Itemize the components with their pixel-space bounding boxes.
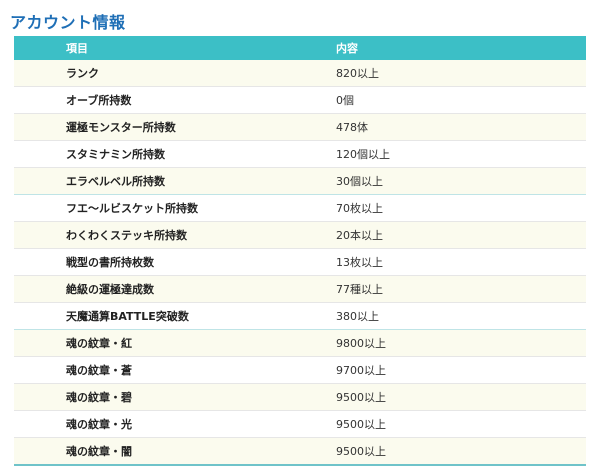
header-item: 項目 xyxy=(66,42,88,55)
row-value: 9700以上 xyxy=(336,364,386,377)
row-value: 30個以上 xyxy=(336,175,383,188)
row-value: 478体 xyxy=(336,121,368,134)
table-row: 魂の紋章・闇 9500以上 xyxy=(14,438,586,464)
row-value: 9500以上 xyxy=(336,391,386,404)
table-row: 天魔通算BATTLE突破数 380以上 xyxy=(14,303,586,330)
row-item: 絶級の運極達成数 xyxy=(66,283,154,296)
row-value: 380以上 xyxy=(336,310,379,323)
row-item: オーブ所持数 xyxy=(66,94,132,107)
table-row: ランク 820以上 xyxy=(14,60,586,87)
row-value: 13枚以上 xyxy=(336,256,383,269)
account-info-table: 項目 内容 ランク 820以上 オーブ所持数 0個 運極モンスター所持数 478… xyxy=(14,36,586,466)
table-row: エラベルベル所持数 30個以上 xyxy=(14,168,586,195)
row-item: 魂の紋章・碧 xyxy=(66,391,132,404)
row-value: 0個 xyxy=(336,94,354,107)
row-item: ランク xyxy=(66,67,99,80)
table-row: 絶級の運極達成数 77種以上 xyxy=(14,276,586,303)
table-row: フエ〜ルビスケット所持数 70枚以上 xyxy=(14,195,586,222)
table-row: 運極モンスター所持数 478体 xyxy=(14,114,586,141)
page-title: アカウント情報 xyxy=(10,13,126,32)
row-item: 戦型の書所持枚数 xyxy=(66,256,154,269)
row-value: 820以上 xyxy=(336,67,379,80)
table-row: オーブ所持数 0個 xyxy=(14,87,586,114)
table-row: スタミナミン所持数 120個以上 xyxy=(14,141,586,168)
row-value: 77種以上 xyxy=(336,283,383,296)
table-row: 戦型の書所持枚数 13枚以上 xyxy=(14,249,586,276)
row-item: 天魔通算BATTLE突破数 xyxy=(66,310,189,323)
table-header-row: 項目 内容 xyxy=(14,36,586,60)
row-item: 魂の紋章・闇 xyxy=(66,445,132,458)
row-value: 120個以上 xyxy=(336,148,390,161)
row-item: エラベルベル所持数 xyxy=(66,175,165,188)
table-row: 魂の紋章・蒼 9700以上 xyxy=(14,357,586,384)
header-value: 内容 xyxy=(336,42,358,55)
row-value: 70枚以上 xyxy=(336,202,383,215)
row-item: 魂の紋章・光 xyxy=(66,418,132,431)
row-value: 9500以上 xyxy=(336,445,386,458)
row-value: 9500以上 xyxy=(336,418,386,431)
row-item: スタミナミン所持数 xyxy=(66,148,165,161)
account-info-panel: アカウント情報 項目 内容 ランク 820以上 オーブ所持数 0個 運極モンスタ… xyxy=(0,0,600,472)
row-item: 運極モンスター所持数 xyxy=(66,121,176,134)
table-row: わくわくステッキ所持数 20本以上 xyxy=(14,222,586,249)
table-row: 魂の紋章・光 9500以上 xyxy=(14,411,586,438)
table-row: 魂の紋章・紅 9800以上 xyxy=(14,330,586,357)
row-item: 魂の紋章・紅 xyxy=(66,337,132,350)
row-item: フエ〜ルビスケット所持数 xyxy=(66,202,198,215)
table-row: 魂の紋章・碧 9500以上 xyxy=(14,384,586,411)
row-item: わくわくステッキ所持数 xyxy=(66,229,187,242)
row-value: 9800以上 xyxy=(336,337,386,350)
row-value: 20本以上 xyxy=(336,229,383,242)
row-item: 魂の紋章・蒼 xyxy=(66,364,132,377)
